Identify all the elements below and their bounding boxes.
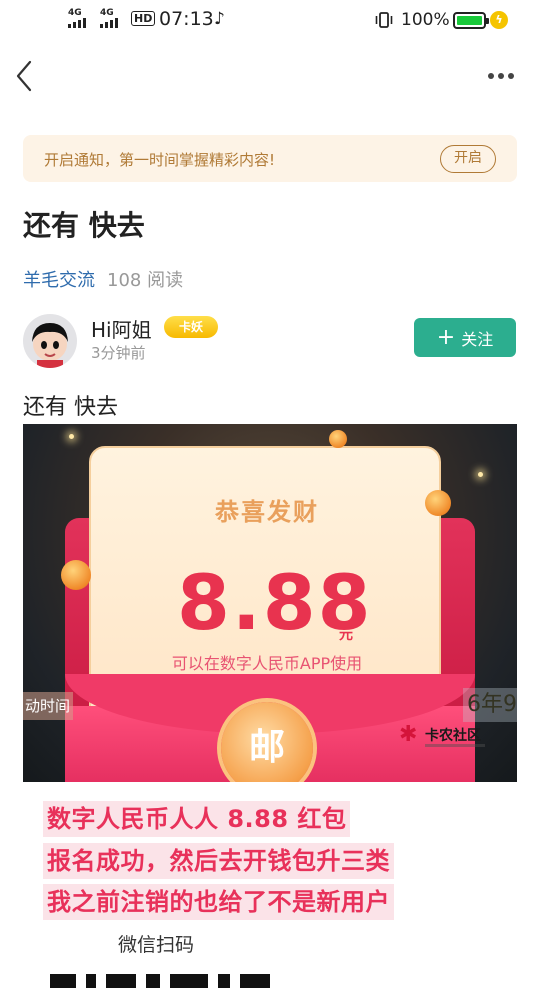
highlight-line: 我之前注销的也给了不是新用户	[43, 884, 394, 920]
post-body: 还有 快去	[23, 395, 118, 420]
category-link[interactable]: 羊毛交流	[23, 270, 95, 291]
scan-instruction: 微信扫码	[118, 934, 195, 956]
post-meta: 羊毛交流 108 阅读	[23, 266, 183, 292]
tiktok-icon: ♪	[214, 9, 225, 29]
highlight-line: 报名成功，然后去开钱包升三类	[43, 843, 394, 879]
coin-icon	[425, 490, 451, 516]
coin-icon	[329, 430, 347, 448]
plus-icon: +	[436, 324, 456, 350]
enable-notification-button[interactable]: 开启	[440, 145, 496, 173]
avatar[interactable]	[23, 314, 77, 368]
post-title: 还有 快去	[23, 209, 145, 242]
status-time: 07:13	[159, 8, 214, 30]
follow-button[interactable]: + 关注	[414, 318, 516, 357]
logo-text: 卡农社区	[425, 728, 481, 744]
qr-code[interactable]	[46, 970, 276, 988]
author-badge: 卡妖	[164, 316, 218, 338]
notification-text: 开启通知，第一时间掌握精彩内容!	[44, 151, 276, 169]
side-text-right: 6年9	[463, 688, 517, 722]
status-bar: 4G 4G HD 07:13 ♪ 100% ϟ	[0, 0, 540, 42]
signal-icon-2	[100, 18, 118, 28]
post-time: 3分钟前	[91, 344, 146, 362]
more-options-icon[interactable]	[488, 66, 522, 86]
red-envelope-image[interactable]: 恭喜发财 8.88 元 可以在数字人民币APP使用 邮 动时间 6年9 ✱ 卡农…	[23, 424, 517, 782]
network-label-1: 4G	[68, 8, 82, 18]
signal-icon-1	[68, 18, 86, 28]
side-text-left: 动时间	[23, 692, 73, 720]
author-name[interactable]: Hi阿姐	[91, 314, 152, 343]
highlight-line: 数字人民币人人 8.88 红包	[43, 801, 351, 837]
vibrate-icon	[375, 12, 393, 28]
back-icon[interactable]	[12, 58, 42, 94]
amount-unit: 元	[339, 627, 353, 643]
card-subtitle: 可以在数字人民币APP使用	[171, 654, 363, 673]
read-count: 108 阅读	[107, 270, 184, 291]
coin-icon	[61, 560, 91, 590]
battery-icon	[453, 12, 489, 29]
network-label-2: 4G	[100, 8, 114, 18]
kanong-logo: ✱ 卡农社区	[399, 722, 485, 747]
logo-mark-icon: ✱	[399, 722, 418, 747]
notification-banner: 开启通知，第一时间掌握精彩内容! 开启	[23, 135, 517, 182]
charging-icon: ϟ	[490, 11, 508, 29]
hd-icon: HD	[131, 11, 156, 26]
battery-percent: 100%	[401, 10, 450, 30]
card-title: 恭喜发财	[215, 498, 319, 526]
follow-label: 关注	[461, 329, 494, 349]
